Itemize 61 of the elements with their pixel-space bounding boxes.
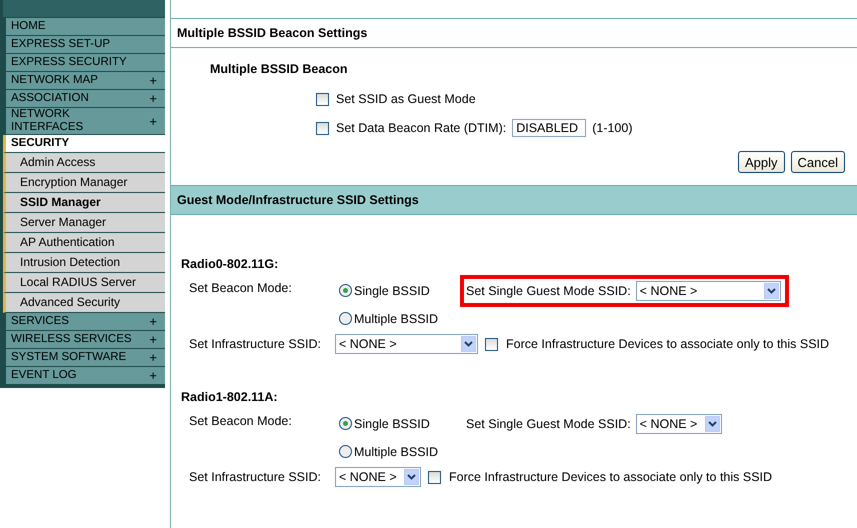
expand-icon[interactable]: + [149, 333, 157, 346]
field-label: Set Single Guest Mode SSID: [466, 416, 631, 430]
menu-item[interactable]: SECURITY [3, 135, 165, 153]
menu-item[interactable]: SERVICES + [3, 313, 165, 331]
dropdown[interactable]: < NONE > [335, 334, 478, 354]
radio-button[interactable] [339, 312, 352, 325]
menu-item[interactable]: EVENT LOG + [3, 367, 165, 385]
radio-option[interactable]: Single BSSID [339, 284, 446, 298]
expand-icon[interactable]: + [149, 369, 157, 382]
menu-item[interactable]: NETWORK MAP + [3, 72, 165, 90]
menu-item[interactable]: ASSOCIATION + [3, 90, 165, 108]
checkbox[interactable] [428, 470, 441, 484]
submenu-item[interactable]: Intrusion Detection [3, 253, 165, 273]
radio-option[interactable]: Multiple BSSID [339, 312, 446, 326]
radio-option[interactable]: Multiple BSSID [339, 444, 446, 458]
checkbox-label: Set SSID as Guest Mode [336, 92, 476, 106]
checkbox[interactable] [316, 92, 329, 106]
checkbox-label: Force Infrastructure Devices to associate only to this SSID [449, 470, 772, 484]
radio-title: Radio1-802.11A: [181, 390, 279, 404]
expand-icon[interactable]: + [149, 315, 157, 328]
range-label: (1-100) [592, 121, 632, 135]
submenu-item[interactable]: Encryption Manager [3, 173, 165, 193]
menu-item[interactable]: NETWORK INTERFACES + [3, 108, 165, 135]
dropdown[interactable]: < NONE > [636, 414, 722, 434]
submenu-item[interactable]: Advanced Security [3, 293, 165, 313]
radio-option[interactable]: Single BSSID [339, 416, 446, 430]
submenu-item[interactable]: Admin Access [3, 153, 165, 173]
expand-icon[interactable]: + [149, 74, 157, 87]
expand-icon[interactable]: + [149, 92, 157, 105]
section-header: Multiple BSSID Beacon Settings [171, 18, 857, 48]
menu-item[interactable]: EXPRESS SECURITY [3, 54, 165, 72]
menu-item[interactable]: HOME [3, 18, 165, 36]
radio-button[interactable] [339, 445, 352, 458]
form-button[interactable]: Cancel [790, 151, 845, 173]
dtim-input[interactable]: DISABLED [512, 119, 586, 137]
radio-title: Radio0-802.11G: [181, 257, 280, 271]
section-header: Guest Mode/Infrastructure SSID Settings [171, 185, 857, 215]
checkbox[interactable] [485, 338, 498, 350]
field-label: Set Single Guest Mode SSID: [466, 284, 631, 298]
radio-button[interactable] [339, 417, 352, 430]
menu-item[interactable]: WIRELESS SERVICES + [3, 331, 165, 349]
field-label: Set Beacon Mode: [189, 281, 293, 297]
field-label: Set Infrastructure SSID: [189, 470, 322, 484]
submenu-item[interactable]: SSID Manager [3, 193, 165, 213]
dropdown[interactable]: < NONE > [335, 467, 421, 487]
expand-icon[interactable]: + [149, 351, 157, 364]
checkbox-label: Force Infrastructure Devices to associate only to this SSID [506, 337, 830, 351]
checkbox[interactable] [316, 122, 329, 134]
submenu-item[interactable]: Server Manager [3, 213, 165, 233]
submenu-item[interactable]: AP Authentication [3, 233, 165, 253]
menu-item[interactable]: EXPRESS SET-UP [3, 36, 165, 54]
dropdown[interactable]: < NONE > [636, 280, 781, 300]
subsection-title: Multiple BSSID Beacon [210, 62, 349, 76]
expand-icon[interactable]: + [149, 114, 157, 128]
submenu-item[interactable]: Local RADIUS Server [3, 273, 165, 293]
field-label: Set Beacon Mode: [189, 414, 293, 430]
radio-button[interactable] [339, 284, 352, 297]
menu-item[interactable]: SYSTEM SOFTWARE + [3, 349, 165, 367]
checkbox-label: Set Data Beacon Rate (DTIM): [336, 121, 506, 135]
field-label: Set Infrastructure SSID: [189, 337, 322, 351]
form-button[interactable]: Apply [738, 151, 785, 173]
